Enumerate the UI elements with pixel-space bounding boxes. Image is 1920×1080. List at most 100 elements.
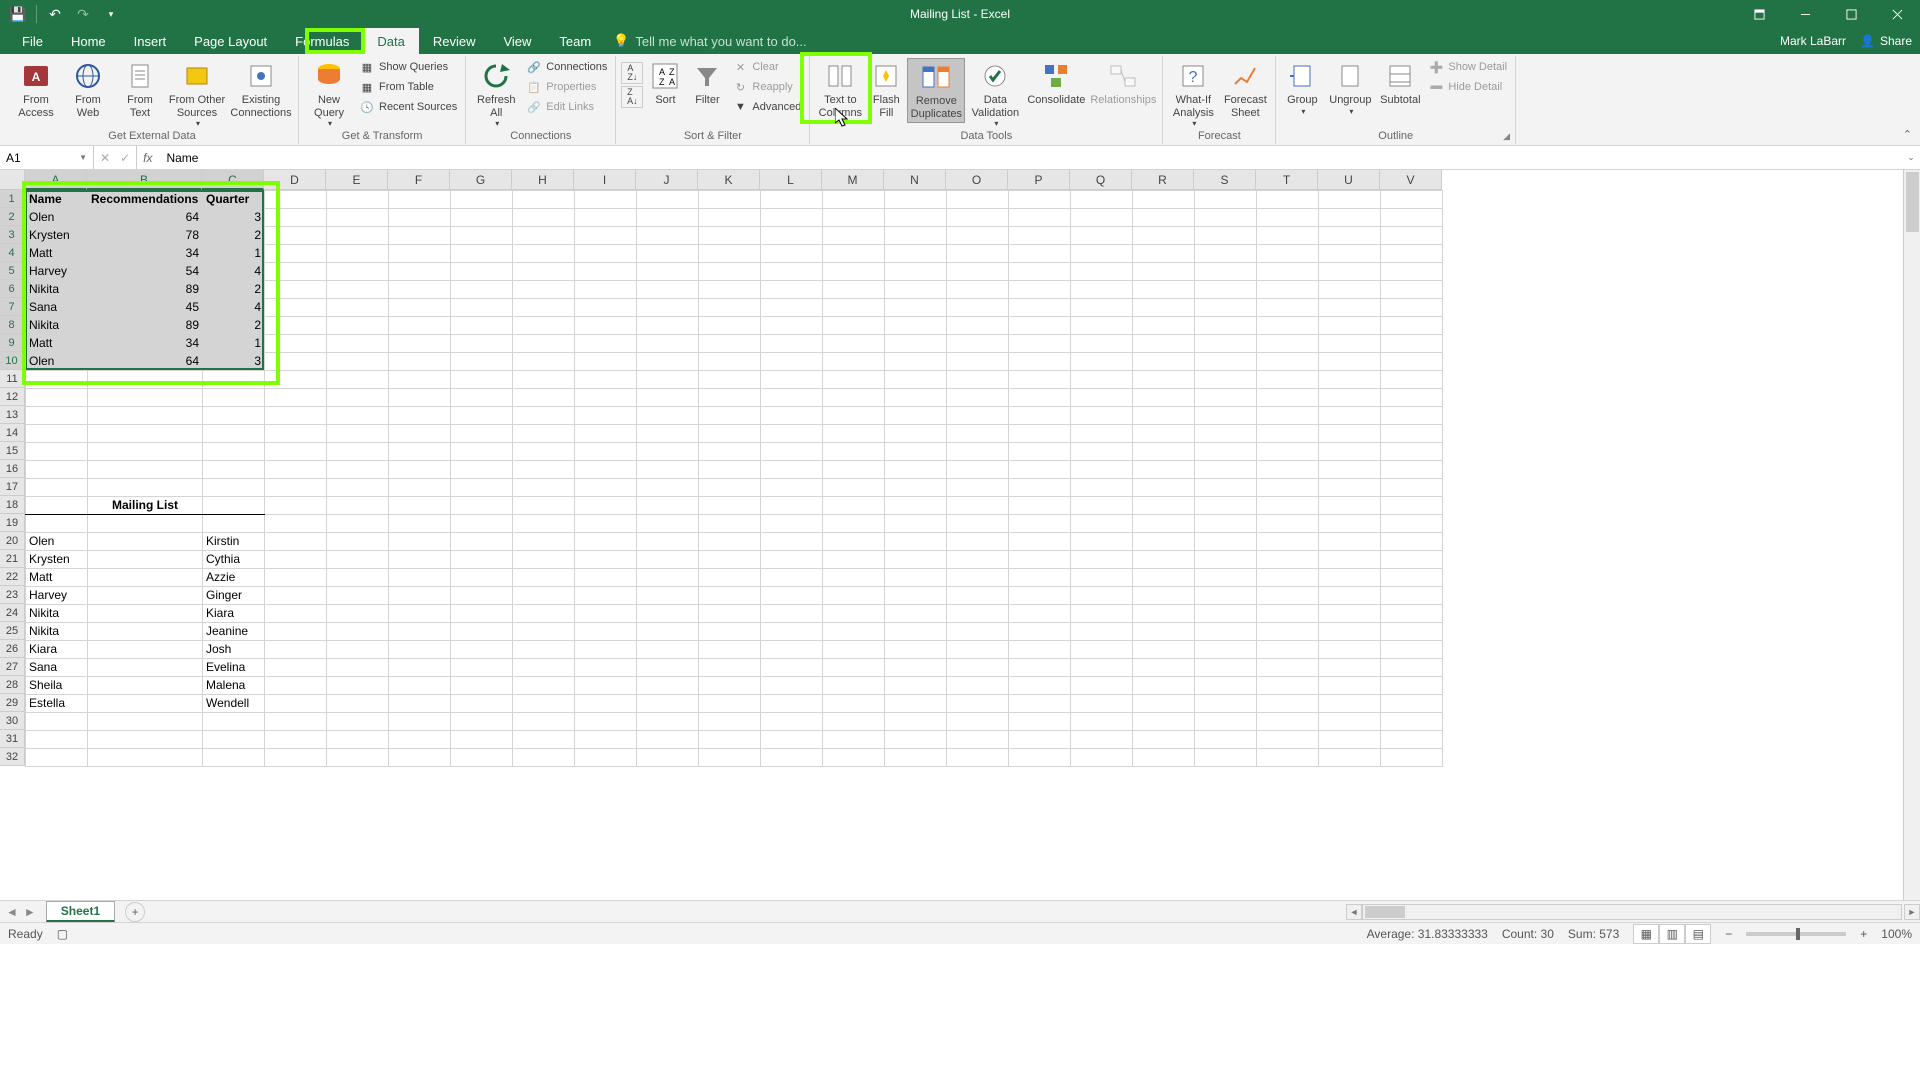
tab-data[interactable]: Data (363, 28, 418, 54)
col-header-B[interactable]: B (87, 170, 202, 190)
cancel-formula-icon[interactable]: ✕ (100, 151, 110, 165)
text-to-columns-button[interactable]: Text to Columns (815, 58, 865, 121)
row-header-26[interactable]: 26 (0, 640, 25, 658)
row-header-4[interactable]: 4 (0, 244, 25, 262)
col-header-M[interactable]: M (822, 170, 884, 190)
close-icon[interactable] (1874, 0, 1920, 28)
row-header-2[interactable]: 2 (0, 208, 25, 226)
tab-formulas[interactable]: Formulas (281, 28, 363, 54)
ungroup-button[interactable]: Ungroup▾ (1325, 58, 1375, 118)
tab-page-layout[interactable]: Page Layout (180, 28, 281, 54)
row-header-3[interactable]: 3 (0, 226, 25, 244)
filter-button[interactable]: Filter (687, 58, 727, 109)
zoom-level[interactable]: 100% (1881, 927, 1912, 941)
hscroll-right-icon[interactable]: ► (1904, 904, 1920, 920)
row-header-25[interactable]: 25 (0, 622, 25, 640)
row-header-31[interactable]: 31 (0, 730, 25, 748)
edit-links-button[interactable]: 🔗Edit Links (523, 98, 610, 116)
formula-input[interactable]: Name (158, 151, 1902, 165)
row-header-20[interactable]: 20 (0, 532, 25, 550)
col-header-D[interactable]: D (264, 170, 326, 190)
spreadsheet[interactable]: ABCDEFGHIJKLMNOPQRSTUV 12345678910111213… (0, 170, 1920, 900)
tab-file[interactable]: File (8, 28, 57, 54)
row-header-19[interactable]: 19 (0, 514, 25, 532)
row-header-1[interactable]: 1 (0, 190, 25, 208)
col-header-P[interactable]: P (1008, 170, 1070, 190)
tab-view[interactable]: View (489, 28, 545, 54)
tab-team[interactable]: Team (545, 28, 605, 54)
col-header-S[interactable]: S (1194, 170, 1256, 190)
sort-button[interactable]: AZZASort (645, 58, 685, 109)
col-header-N[interactable]: N (884, 170, 946, 190)
tab-nav-prev-icon[interactable]: ◄ (6, 905, 18, 919)
collapse-ribbon-icon[interactable]: ⌃ (1903, 128, 1912, 141)
page-layout-view-button[interactable]: ▥ (1659, 924, 1685, 944)
select-all-corner[interactable] (0, 170, 25, 190)
col-header-U[interactable]: U (1318, 170, 1380, 190)
name-box[interactable]: A1 ▼ (0, 146, 94, 169)
macro-record-icon[interactable]: ▢ (57, 927, 68, 941)
col-header-R[interactable]: R (1132, 170, 1194, 190)
accept-formula-icon[interactable]: ✓ (120, 151, 130, 165)
reapply-button[interactable]: ↻Reapply (729, 78, 804, 96)
row-header-8[interactable]: 8 (0, 316, 25, 334)
from-text-button[interactable]: From Text (115, 58, 165, 121)
col-header-I[interactable]: I (574, 170, 636, 190)
tab-insert[interactable]: Insert (120, 28, 181, 54)
share-button[interactable]: 👤 Share (1860, 34, 1912, 48)
advanced-filter-button[interactable]: ▼Advanced (729, 98, 804, 116)
relationships-button[interactable]: Relationships (1089, 58, 1157, 109)
row-header-28[interactable]: 28 (0, 676, 25, 694)
row-header-29[interactable]: 29 (0, 694, 25, 712)
col-header-O[interactable]: O (946, 170, 1008, 190)
col-header-T[interactable]: T (1256, 170, 1318, 190)
from-other-sources-button[interactable]: From Other Sources▾ (167, 58, 227, 130)
name-box-dropdown-icon[interactable]: ▼ (79, 153, 87, 162)
new-query-button[interactable]: New Query▾ (304, 58, 354, 130)
hide-detail-button[interactable]: ➖Hide Detail (1425, 78, 1510, 96)
tell-me-search[interactable]: 💡 Tell me what you want to do... (613, 33, 806, 49)
row-header-10[interactable]: 10 (0, 352, 25, 370)
subtotal-button[interactable]: Subtotal (1377, 58, 1423, 109)
ribbon-display-options-icon[interactable] (1736, 0, 1782, 28)
expand-formula-bar-icon[interactable]: ⌄ (1902, 152, 1920, 163)
col-header-C[interactable]: C (202, 170, 264, 190)
page-break-view-button[interactable]: ▤ (1685, 924, 1711, 944)
flash-fill-button[interactable]: Flash Fill (867, 58, 905, 121)
column-headers[interactable]: ABCDEFGHIJKLMNOPQRSTUV (25, 170, 1442, 190)
row-header-11[interactable]: 11 (0, 370, 25, 388)
minimize-icon[interactable] (1782, 0, 1828, 28)
row-header-27[interactable]: 27 (0, 658, 25, 676)
normal-view-button[interactable]: ▦ (1633, 924, 1659, 944)
row-header-14[interactable]: 14 (0, 424, 25, 442)
horizontal-scrollbar[interactable] (1362, 904, 1902, 920)
user-name[interactable]: Mark LaBarr (1780, 34, 1846, 48)
connections-button[interactable]: 🔗Connections (523, 58, 610, 76)
maximize-icon[interactable] (1828, 0, 1874, 28)
col-header-H[interactable]: H (512, 170, 574, 190)
consolidate-button[interactable]: Consolidate (1025, 58, 1087, 109)
tab-nav-next-icon[interactable]: ► (24, 905, 36, 919)
sort-desc-button[interactable]: ZA↓ (621, 86, 643, 108)
row-header-9[interactable]: 9 (0, 334, 25, 352)
show-detail-button[interactable]: ➕Show Detail (1425, 58, 1510, 76)
sort-asc-button[interactable]: AZ↓ (621, 62, 643, 84)
data-validation-button[interactable]: Data Validation▾ (967, 58, 1023, 130)
row-header-5[interactable]: 5 (0, 262, 25, 280)
from-table-button[interactable]: ▦From Table (356, 78, 460, 96)
existing-connections-button[interactable]: Existing Connections (229, 58, 293, 121)
undo-icon[interactable]: ↶ (43, 2, 67, 26)
from-web-button[interactable]: From Web (63, 58, 113, 121)
row-header-17[interactable]: 17 (0, 478, 25, 496)
row-header-18[interactable]: 18 (0, 496, 25, 514)
recent-sources-button[interactable]: 🕓Recent Sources (356, 98, 460, 116)
col-header-E[interactable]: E (326, 170, 388, 190)
fx-icon[interactable]: fx (137, 151, 158, 165)
row-header-15[interactable]: 15 (0, 442, 25, 460)
refresh-all-button[interactable]: Refresh All▾ (471, 58, 521, 130)
col-header-F[interactable]: F (388, 170, 450, 190)
from-access-button[interactable]: AFrom Access (11, 58, 61, 121)
zoom-slider[interactable] (1746, 932, 1846, 936)
row-header-7[interactable]: 7 (0, 298, 25, 316)
col-header-Q[interactable]: Q (1070, 170, 1132, 190)
